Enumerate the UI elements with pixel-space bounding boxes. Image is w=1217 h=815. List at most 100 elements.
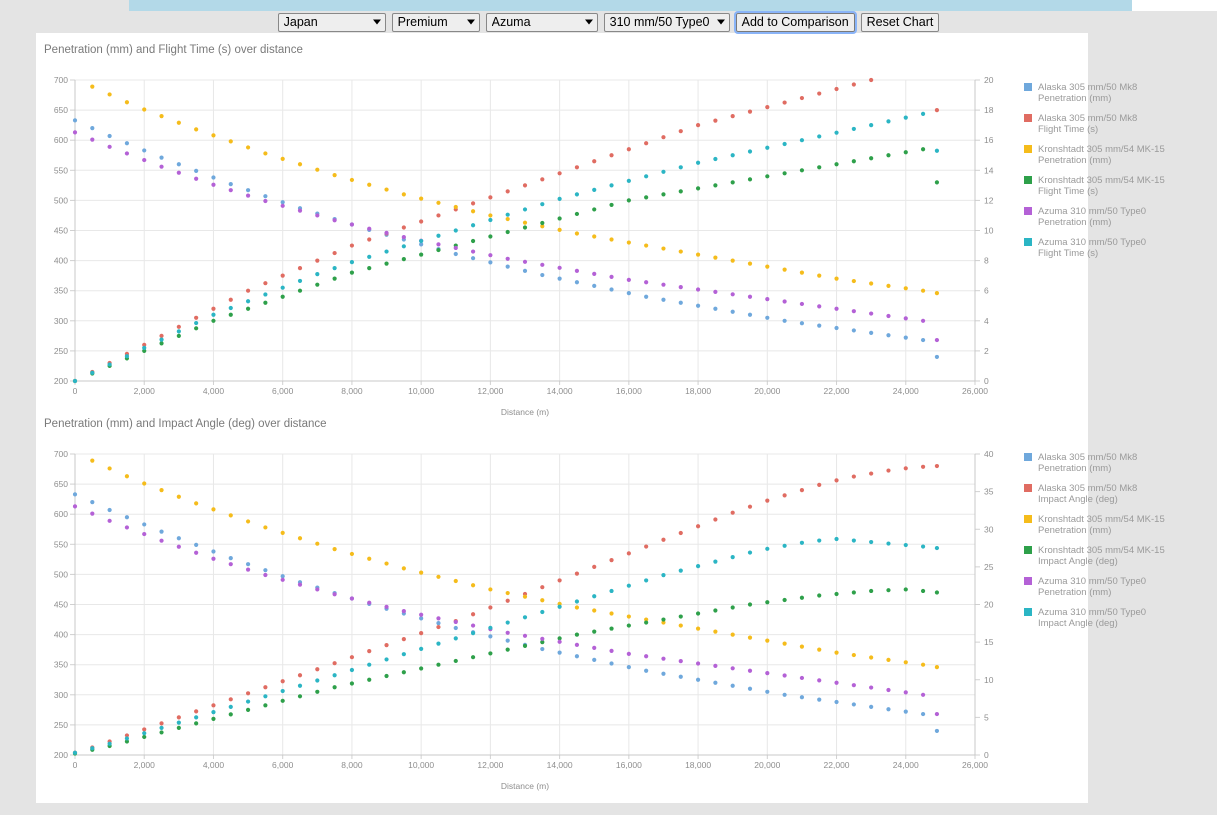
legend-item[interactable]: Kronshtadt 305 mm/54 MK-15 Impact Angle (…: [1024, 545, 1184, 567]
svg-text:4,000: 4,000: [203, 386, 225, 396]
svg-text:0: 0: [984, 376, 989, 386]
legend-color-swatch-icon: [1024, 83, 1032, 91]
svg-text:30: 30: [984, 524, 994, 534]
svg-text:300: 300: [54, 690, 68, 700]
legend-item[interactable]: Azuma 310 mm/50 Type0 Impact Angle (deg): [1024, 607, 1184, 629]
chart-svg: 2002503003504004505005506006507000 2,000 4…: [54, 75, 994, 417]
chart-svg: 2002503003504004505005506006507000 2,000 4…: [54, 449, 994, 791]
legend-item[interactable]: Azuma 310 mm/50 Type0 Penetration (mm): [1024, 206, 1184, 228]
nation-select[interactable]: Japan: [277, 12, 386, 32]
svg-text:12: 12: [984, 195, 994, 205]
svg-text:6,000: 6,000: [272, 760, 294, 770]
svg-text:18,000: 18,000: [685, 386, 711, 396]
legend-item[interactable]: Azuma 310 mm/50 Type0 Flight Time (s): [1024, 237, 1184, 259]
legend-item-label: Azuma 310 mm/50 Type0 Impact Angle (deg): [1038, 607, 1147, 629]
svg-text:600: 600: [54, 509, 68, 519]
svg-text:10,000: 10,000: [408, 386, 434, 396]
legend-color-swatch-icon: [1024, 453, 1032, 461]
svg-text:24,000: 24,000: [893, 386, 919, 396]
svg-text:350: 350: [54, 286, 68, 296]
svg-text:18,000: 18,000: [685, 760, 711, 770]
svg-text:500: 500: [54, 195, 68, 205]
svg-text:8,000: 8,000: [341, 386, 363, 396]
svg-text:400: 400: [54, 256, 68, 266]
svg-text:600: 600: [54, 135, 68, 145]
nation-select-wrap: Japan: [277, 12, 386, 32]
legend-item-label: Kronshtadt 305 mm/54 MK-15 Penetration (m…: [1038, 144, 1165, 166]
gun-select-wrap: 310 mm/50 Type0: [603, 12, 730, 32]
legend-item[interactable]: Kronshtadt 305 mm/54 MK-15 Penetration (m…: [1024, 144, 1184, 166]
legend-color-swatch-icon: [1024, 608, 1032, 616]
legend-item-label: Alaska 305 mm/50 Mk8 Penetration (mm): [1038, 82, 1138, 104]
svg-text:8: 8: [984, 256, 989, 266]
chart-series: [90, 458, 940, 670]
ammo-select[interactable]: Premium: [391, 12, 480, 32]
legend-color-swatch-icon: [1024, 484, 1032, 492]
svg-text:300: 300: [54, 316, 68, 326]
chart-series: [72, 504, 940, 717]
chart-series: [72, 118, 940, 360]
legend-item-label: Azuma 310 mm/50 Type0 Penetration (mm): [1038, 576, 1147, 598]
chart-1-title: Penetration (mm) and Flight Time (s) ove…: [44, 44, 303, 56]
svg-text:700: 700: [54, 449, 68, 459]
svg-text:450: 450: [54, 600, 68, 610]
legend-color-swatch-icon: [1024, 114, 1032, 122]
svg-text:700: 700: [54, 75, 68, 85]
gun-select[interactable]: 310 mm/50 Type0: [603, 12, 730, 32]
legend-item[interactable]: Azuma 310 mm/50 Type0 Penetration (mm): [1024, 576, 1184, 598]
legend-item-label: Alaska 305 mm/50 Mk8 Penetration (mm): [1038, 452, 1138, 474]
svg-text:14,000: 14,000: [547, 760, 573, 770]
svg-text:450: 450: [54, 226, 68, 236]
legend-item[interactable]: Kronshtadt 305 mm/54 MK-15 Flight Time (s…: [1024, 175, 1184, 197]
svg-text:8,000: 8,000: [341, 760, 363, 770]
chart-series: [72, 492, 940, 734]
svg-text:22,000: 22,000: [824, 386, 850, 396]
svg-text:200: 200: [54, 376, 68, 386]
svg-text:6: 6: [984, 286, 989, 296]
top-left-gutter: [0, 0, 129, 11]
page-root: Japan Premium Azuma 310 mm/50 Type0 Add …: [0, 0, 1217, 815]
chart-series: [72, 147, 940, 384]
add-to-comparison-button[interactable]: Add to Comparison: [733, 10, 857, 34]
legend-color-swatch-icon: [1024, 145, 1032, 153]
chart-series: [72, 587, 940, 756]
svg-text:400: 400: [54, 630, 68, 640]
legend-item[interactable]: Kronshtadt 305 mm/54 MK-15 Penetration (m…: [1024, 514, 1184, 536]
svg-text:15: 15: [984, 637, 994, 647]
svg-text:250: 250: [54, 720, 68, 730]
svg-text:14,000: 14,000: [547, 386, 573, 396]
chart-1-plot: 200 250 300 350 400 450 500 550 600 650 700 0 2,000 4…: [40, 68, 1018, 423]
svg-text:26,000: 26,000: [962, 760, 988, 770]
legend-item[interactable]: Alaska 305 mm/50 Mk8 Penetration (mm): [1024, 452, 1184, 474]
svg-text:40: 40: [984, 449, 994, 459]
svg-text:10: 10: [984, 226, 994, 236]
top-right-notch: [1132, 0, 1217, 11]
legend-item-label: Azuma 310 mm/50 Type0 Penetration (mm): [1038, 206, 1147, 228]
ship-select[interactable]: Azuma: [485, 12, 598, 32]
legend-item[interactable]: Alaska 305 mm/50 Mk8 Penetration (mm): [1024, 82, 1184, 104]
legend-item-label: Kronshtadt 305 mm/54 MK-15 Impact Angle (…: [1038, 545, 1165, 567]
svg-text:0: 0: [73, 386, 78, 396]
svg-text:20: 20: [984, 75, 994, 85]
chart-series: [72, 130, 940, 343]
svg-text:6,000: 6,000: [272, 386, 294, 396]
svg-text:500: 500: [54, 569, 68, 579]
chart-2-title: Penetration (mm) and Impact Angle (deg) …: [44, 418, 327, 430]
legend-item-label: Kronshtadt 305 mm/54 MK-15 Flight Time (s…: [1038, 175, 1165, 197]
legend-item-label: Alaska 305 mm/50 Mk8 Flight Time (s): [1038, 113, 1138, 135]
svg-text:20,000: 20,000: [754, 760, 780, 770]
legend-item[interactable]: Alaska 305 mm/50 Mk8 Impact Angle (deg): [1024, 483, 1184, 505]
legend-item-label: Alaska 305 mm/50 Mk8 Impact Angle (deg): [1038, 483, 1138, 505]
reset-chart-button[interactable]: Reset Chart: [860, 12, 940, 32]
svg-text:16,000: 16,000: [616, 386, 642, 396]
legend-item-label: Kronshtadt 305 mm/54 MK-15 Penetration (m…: [1038, 514, 1165, 536]
svg-text:350: 350: [54, 660, 68, 670]
svg-text:200: 200: [54, 750, 68, 760]
svg-text:2: 2: [984, 346, 989, 356]
ammo-select-wrap: Premium: [391, 12, 480, 32]
svg-text:0: 0: [73, 760, 78, 770]
svg-text:250: 250: [54, 346, 68, 356]
legend-item[interactable]: Alaska 305 mm/50 Mk8 Flight Time (s): [1024, 113, 1184, 135]
legend-color-swatch-icon: [1024, 577, 1032, 585]
legend-color-swatch-icon: [1024, 515, 1032, 523]
